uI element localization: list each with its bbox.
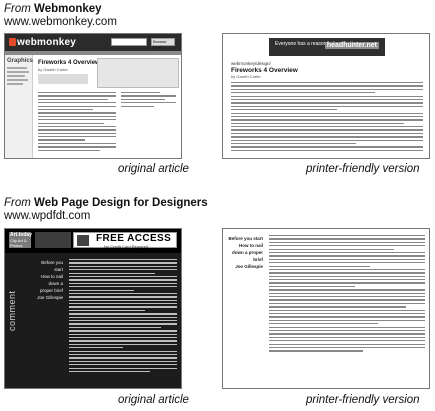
sidebar-item[interactable] [7, 71, 29, 73]
ad-icon [77, 235, 89, 246]
site-name: Webmonkey [34, 3, 102, 15]
source-url: www.webmonkey.com [4, 16, 117, 28]
header-graphic [35, 232, 71, 248]
article-title: Fireworks 4 Overview [231, 67, 298, 74]
ad-banner[interactable]: Everyone has a reason to be a better you… [269, 38, 385, 56]
caption-original: original article [118, 394, 189, 406]
side-link[interactable]: How to nail down a proper brief [35, 273, 63, 294]
sidebar-item[interactable] [7, 67, 27, 69]
side-links: Before you start How to nail down a prop… [227, 235, 263, 270]
banner-logo: headhunter.net [324, 42, 379, 49]
article-byline: by Gareth Carter [38, 67, 68, 72]
article-body-text [269, 235, 425, 354]
article-body-text [231, 82, 423, 153]
sidebar-item[interactable] [7, 83, 23, 85]
caption-original: original article [118, 163, 189, 175]
webmonkey-printer-screenshot: Everyone has a reason to be a better you… [222, 33, 430, 159]
browse-select[interactable]: Browse Stuff [151, 38, 175, 50]
from-label: From [4, 3, 31, 15]
ad-banner[interactable] [97, 58, 179, 88]
ad-title: FREE ACCESS [96, 233, 172, 244]
sidebar-item[interactable] [7, 79, 28, 81]
sidebar-title: Graphics [7, 58, 34, 64]
source-label-wpdfd: From Web Page Design for Designers [4, 197, 208, 210]
source-label-webmonkey: From Webmonkey [4, 3, 102, 16]
breadcrumb[interactable]: webmonkey/design/ [231, 61, 271, 66]
section-label: comment [7, 290, 17, 331]
wpdfd-original-screenshot: Art.today Clip Art & Photos FREE ACCESS … [4, 228, 182, 389]
ad-banner[interactable]: FREE ACCESS No Credit Card Required [73, 232, 177, 249]
article-body-text [69, 259, 177, 374]
side-link[interactable]: Before you start [35, 259, 63, 273]
page-body: comment Before you start How to nail dow… [5, 253, 181, 388]
article-byline: by Gareth Carter [231, 74, 261, 79]
site-name: Web Page Design for Designers [34, 197, 208, 209]
logo-icon [9, 38, 16, 46]
lead-image [38, 74, 88, 84]
site-header-bar: webmonkey Browse Stuff [5, 34, 181, 51]
artoday-logo[interactable]: Art.today Clip Art & Photos [9, 232, 32, 248]
side-link[interactable]: How to nail down a proper brief [227, 242, 263, 263]
side-links: Before you start How to nail down a prop… [35, 259, 63, 301]
sidebar-item[interactable] [7, 75, 25, 77]
side-link[interactable]: Joe Gillespie [227, 263, 263, 270]
side-link[interactable]: Joe Gillespie [35, 294, 63, 301]
caption-printer: printer-friendly version [306, 163, 420, 175]
site-header-bar: Art.today Clip Art & Photos FREE ACCESS … [5, 229, 181, 253]
site-logo: webmonkey [17, 37, 77, 48]
side-link[interactable]: Before you start [227, 235, 263, 242]
article-body-text [38, 92, 116, 153]
from-label: From [4, 197, 31, 209]
webmonkey-original-screenshot: webmonkey Browse Stuff Graphics Firework… [4, 33, 182, 159]
logo-bottom-text: Clip Art & Photos [10, 238, 27, 248]
wpdfd-printer-screenshot: Before you start How to nail down a prop… [222, 228, 430, 389]
related-links [121, 92, 176, 109]
article-title: Fireworks 4 Overview [38, 60, 100, 66]
search-input[interactable] [111, 38, 147, 46]
sidebar: Graphics [5, 55, 33, 158]
ad-subtitle: No Credit Card Required [104, 244, 149, 249]
caption-printer: printer-friendly version [306, 394, 420, 406]
source-url: www.wpdfdt.com [4, 210, 91, 222]
